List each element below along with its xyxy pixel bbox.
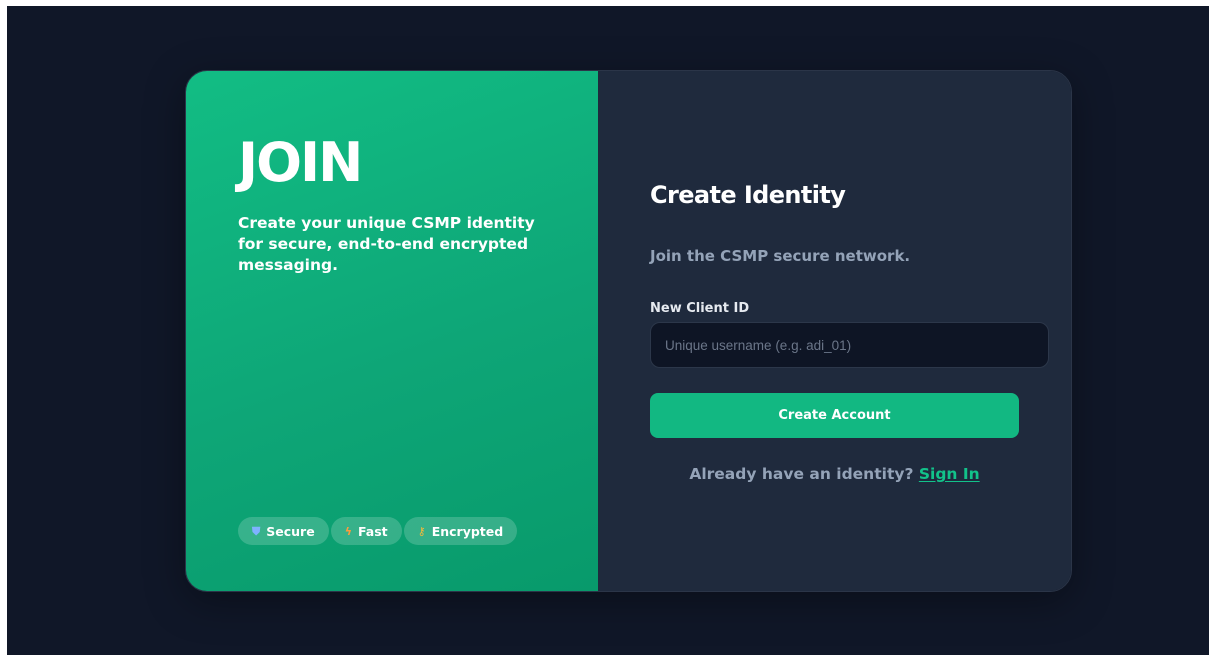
signin-link[interactable]: Sign In [919, 465, 980, 483]
form-subtitle: Join the CSMP secure network. [650, 247, 911, 265]
badge-secure: ⛊ Secure [238, 517, 329, 545]
badge-fast: ϟ Fast [330, 517, 402, 545]
badge-label: Secure [266, 523, 315, 539]
badge-encrypted: ⚷ Encrypted [403, 517, 518, 545]
badge-label: Fast [357, 523, 388, 539]
form-title: Create Identity [650, 181, 846, 209]
signup-card: JOIN Create your unique CSMP identity fo… [185, 70, 1072, 592]
form-panel: Create Identity Join the CSMP secure net… [598, 71, 1071, 591]
create-account-button[interactable]: Create Account [650, 393, 1019, 438]
shield-icon: ⛊ [252, 524, 261, 538]
client-id-input[interactable] [650, 322, 1049, 368]
page-background: JOIN Create your unique CSMP identity fo… [7, 6, 1209, 655]
client-id-label: New Client ID [650, 301, 750, 316]
hero-title: JOIN [238, 131, 363, 194]
hero-description: Create your unique CSMP identity for sec… [238, 214, 535, 274]
signin-row: Already have an identity? Sign In [650, 465, 1019, 483]
lightning-icon: ϟ [344, 524, 352, 538]
badge-label: Encrypted [431, 523, 504, 539]
key-icon: ⚷ [417, 524, 426, 538]
signin-prompt: Already have an identity? [689, 465, 919, 483]
hero-panel: JOIN Create your unique CSMP identity fo… [186, 71, 598, 591]
feature-badges: ⛊ Secure ϟ Fast ⚷ Encrypted [238, 517, 518, 545]
